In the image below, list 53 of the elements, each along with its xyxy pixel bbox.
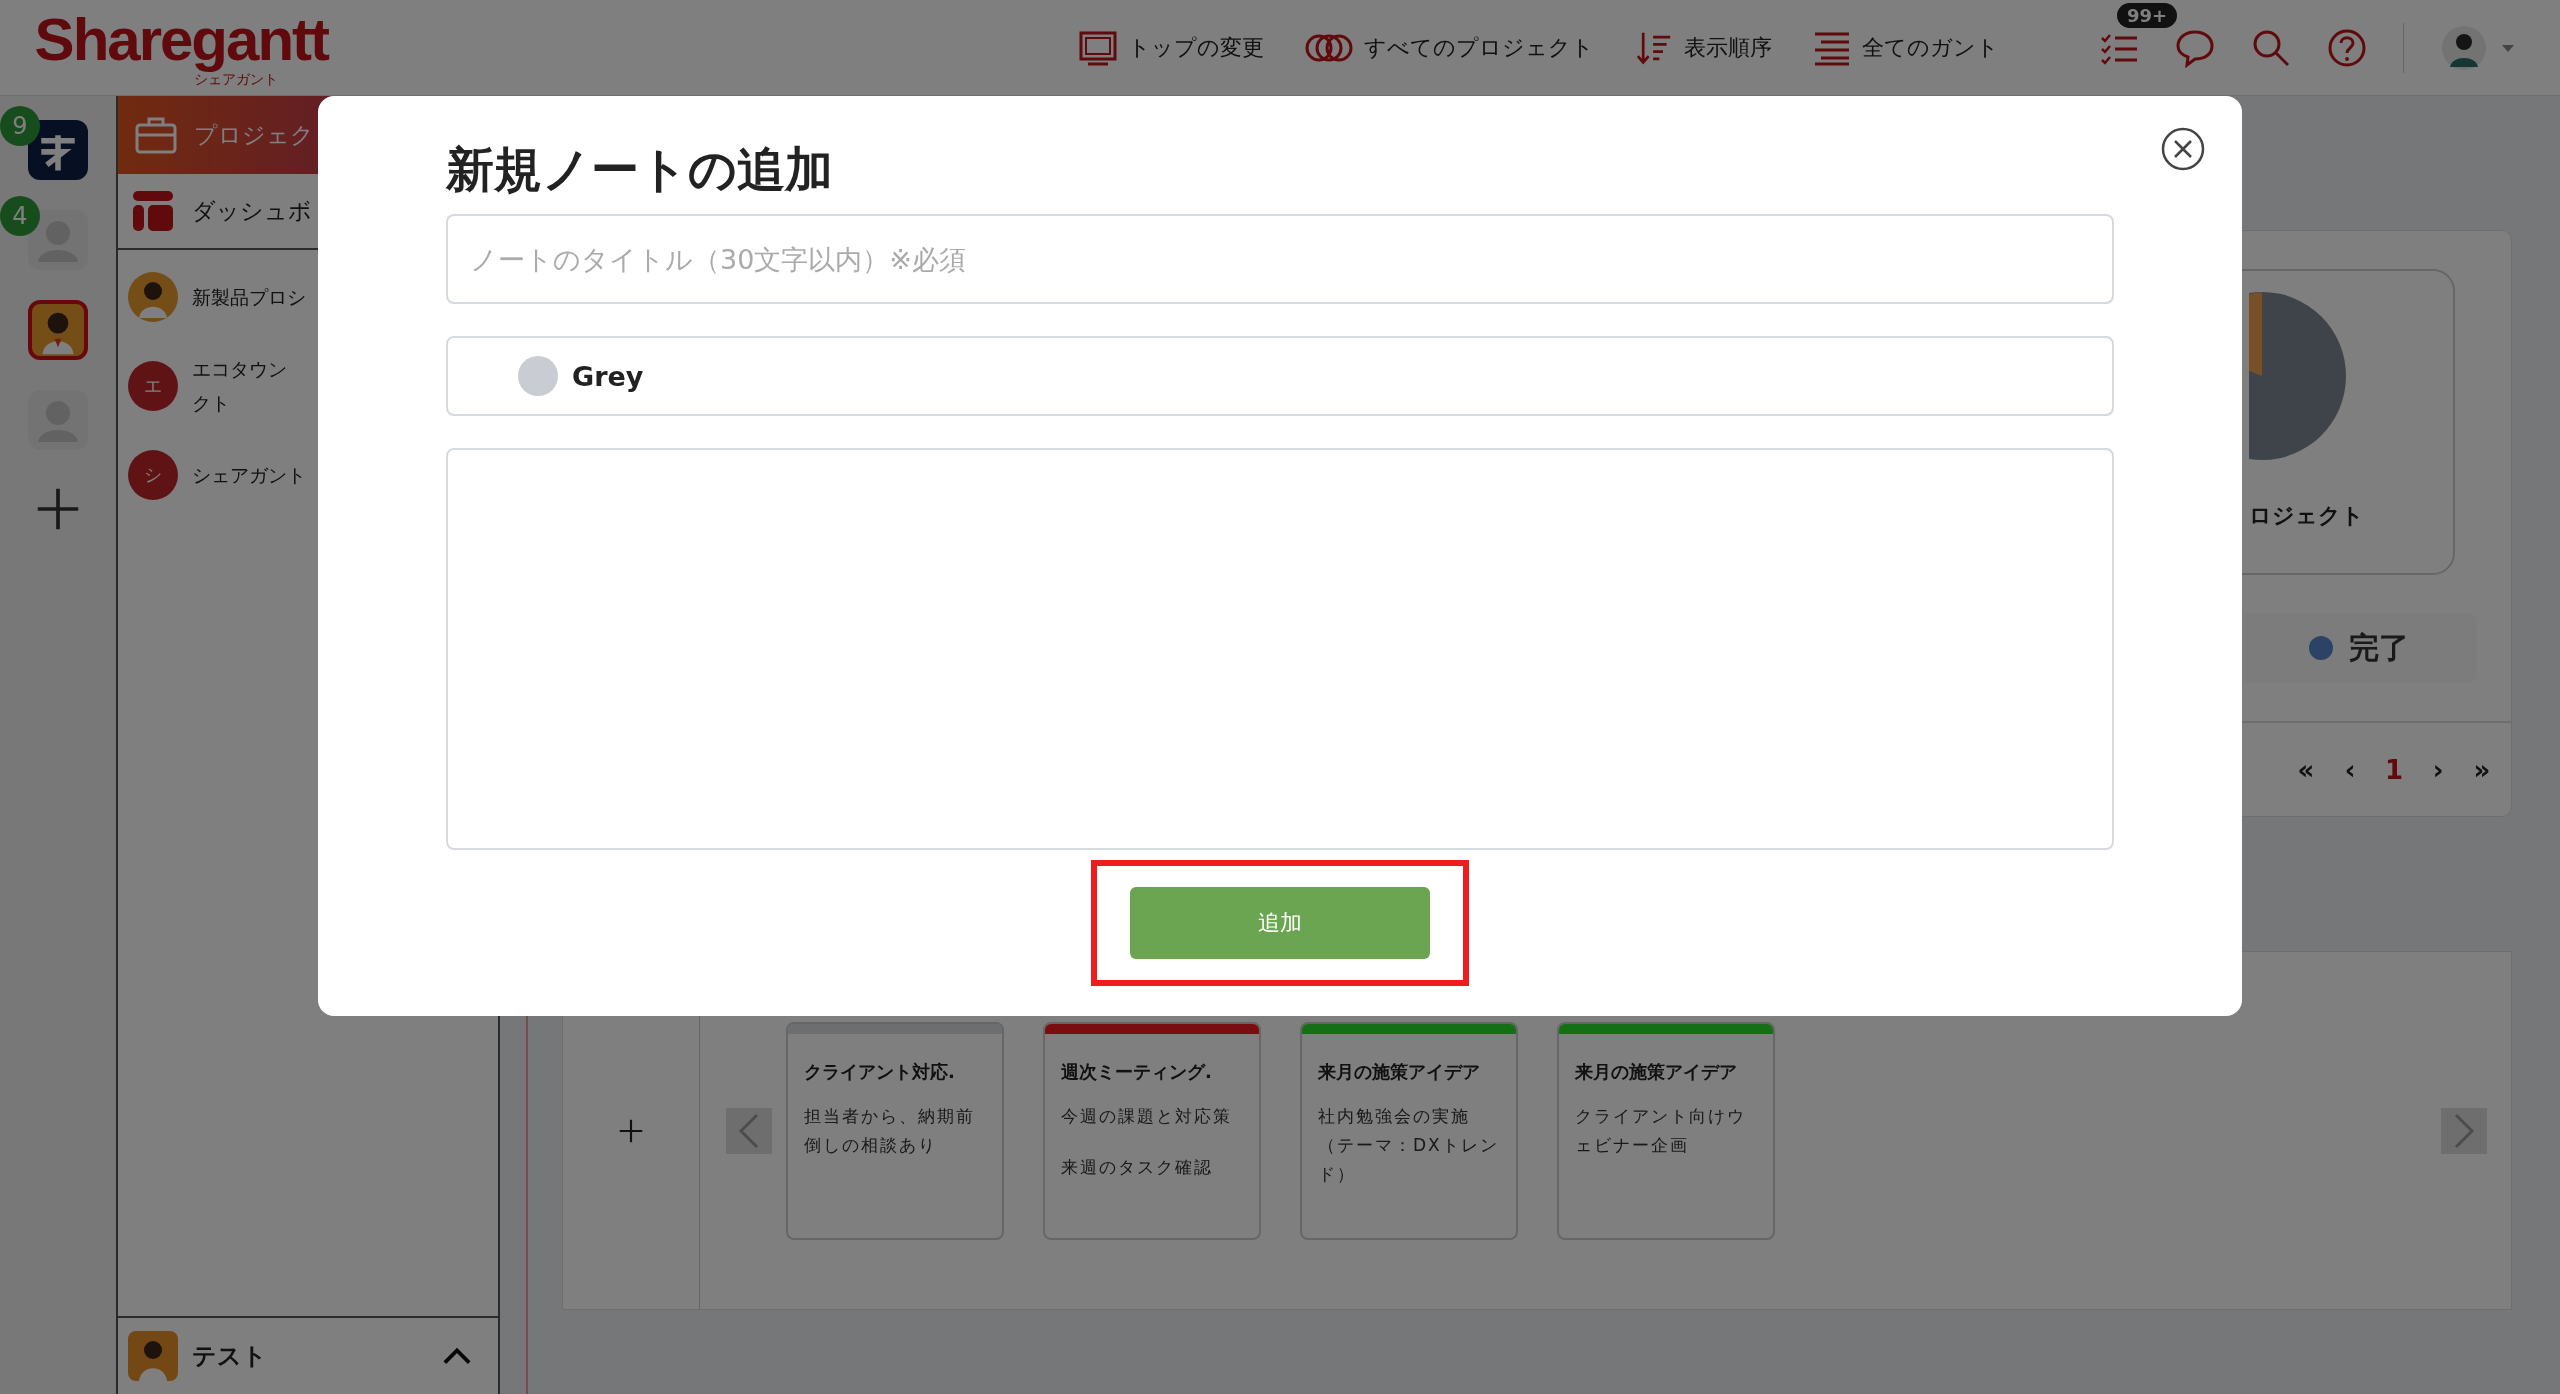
chart-label: ロジェクト — [2249, 502, 2364, 530]
close-button[interactable] — [2160, 126, 2206, 172]
note-card[interactable]: 来月の施策アイデア 社内勉強会の実施（テーマ：DXトレンド） — [1300, 1022, 1518, 1240]
logo[interactable]: Sharegantt シェアガント — [18, 8, 328, 87]
note-card[interactable]: 週次ミーティング. 今週の課題と対応策 来週のタスク確認 — [1043, 1022, 1261, 1240]
note-card[interactable]: クライアント対応. 担当者から、納期前倒しの相談あり — [786, 1022, 1004, 1240]
nav-link[interactable]: すべてのプロジェクト — [1304, 29, 1594, 66]
briefcase-icon — [134, 115, 178, 155]
dashboard-icon — [132, 190, 174, 232]
logo-text: Sharegantt — [34, 8, 328, 71]
nav-link[interactable]: 表示順序 — [1634, 29, 1772, 66]
rings-icon — [1304, 32, 1354, 63]
note-card[interactable]: 来月の施策アイデア クライアント向けウェビナー企画 — [1557, 1022, 1775, 1240]
body-field[interactable] — [446, 448, 2114, 850]
avatar: エ — [128, 361, 178, 411]
note-title: クライアント対応. — [804, 1060, 956, 1084]
add-button[interactable]: 追加 — [1130, 887, 1430, 959]
app-icon[interactable] — [28, 120, 88, 180]
note-title: 来月の施策アイデア — [1575, 1060, 1738, 1084]
legend-label: 完了 — [2349, 628, 2409, 667]
note-text: 来週のタスク確認 — [1061, 1156, 1214, 1179]
page-link[interactable]: » — [2471, 754, 2493, 785]
avatar — [128, 272, 178, 322]
note-text: クライアント向けウェビナー企画 — [1575, 1105, 1747, 1157]
avatar[interactable] — [28, 210, 88, 270]
color-select[interactable]: Grey — [446, 336, 2114, 416]
count-badge: 9 — [0, 106, 40, 146]
note-text: 社内勉強会の実施（テーマ：DXトレンド） — [1318, 1105, 1500, 1186]
nav-link[interactable]: トップの変更 — [1078, 29, 1264, 66]
note-text: 担当者から、納期前倒しの相談あり — [804, 1105, 976, 1157]
avatar: シ — [128, 450, 178, 500]
previous-button[interactable] — [726, 1107, 772, 1154]
page-link[interactable]: « — [2295, 754, 2317, 785]
note-text: 今週の課題と対応策 — [1061, 1105, 1233, 1128]
avatar — [128, 1331, 178, 1381]
workspace-switcher[interactable]: テスト — [118, 1316, 498, 1394]
monitor-icon — [1078, 29, 1118, 66]
color-name: Grey — [572, 360, 644, 392]
note-title: 来月の施策アイデア — [1318, 1060, 1481, 1084]
add-note-button[interactable] — [618, 1117, 644, 1144]
add-icon[interactable] — [35, 486, 81, 532]
page-link[interactable]: 1 — [2383, 754, 2405, 785]
page-link[interactable]: ‹ — [2339, 754, 2361, 785]
sidebar-title: プロジェク — [194, 120, 314, 150]
note-title: 週次ミーティング. — [1061, 1060, 1213, 1084]
help-button[interactable] — [2327, 27, 2367, 68]
next-button[interactable] — [2441, 1107, 2487, 1154]
avatar[interactable] — [28, 300, 88, 360]
nav-link[interactable]: 全てのガント — [1812, 29, 1999, 66]
notification-badge: 99+ — [2117, 2, 2178, 28]
title-field[interactable]: ノートのタイトル（30文字以内）※必須 — [446, 214, 2114, 304]
page-link[interactable]: › — [2427, 754, 2449, 785]
count-badge: 4 — [0, 196, 40, 236]
